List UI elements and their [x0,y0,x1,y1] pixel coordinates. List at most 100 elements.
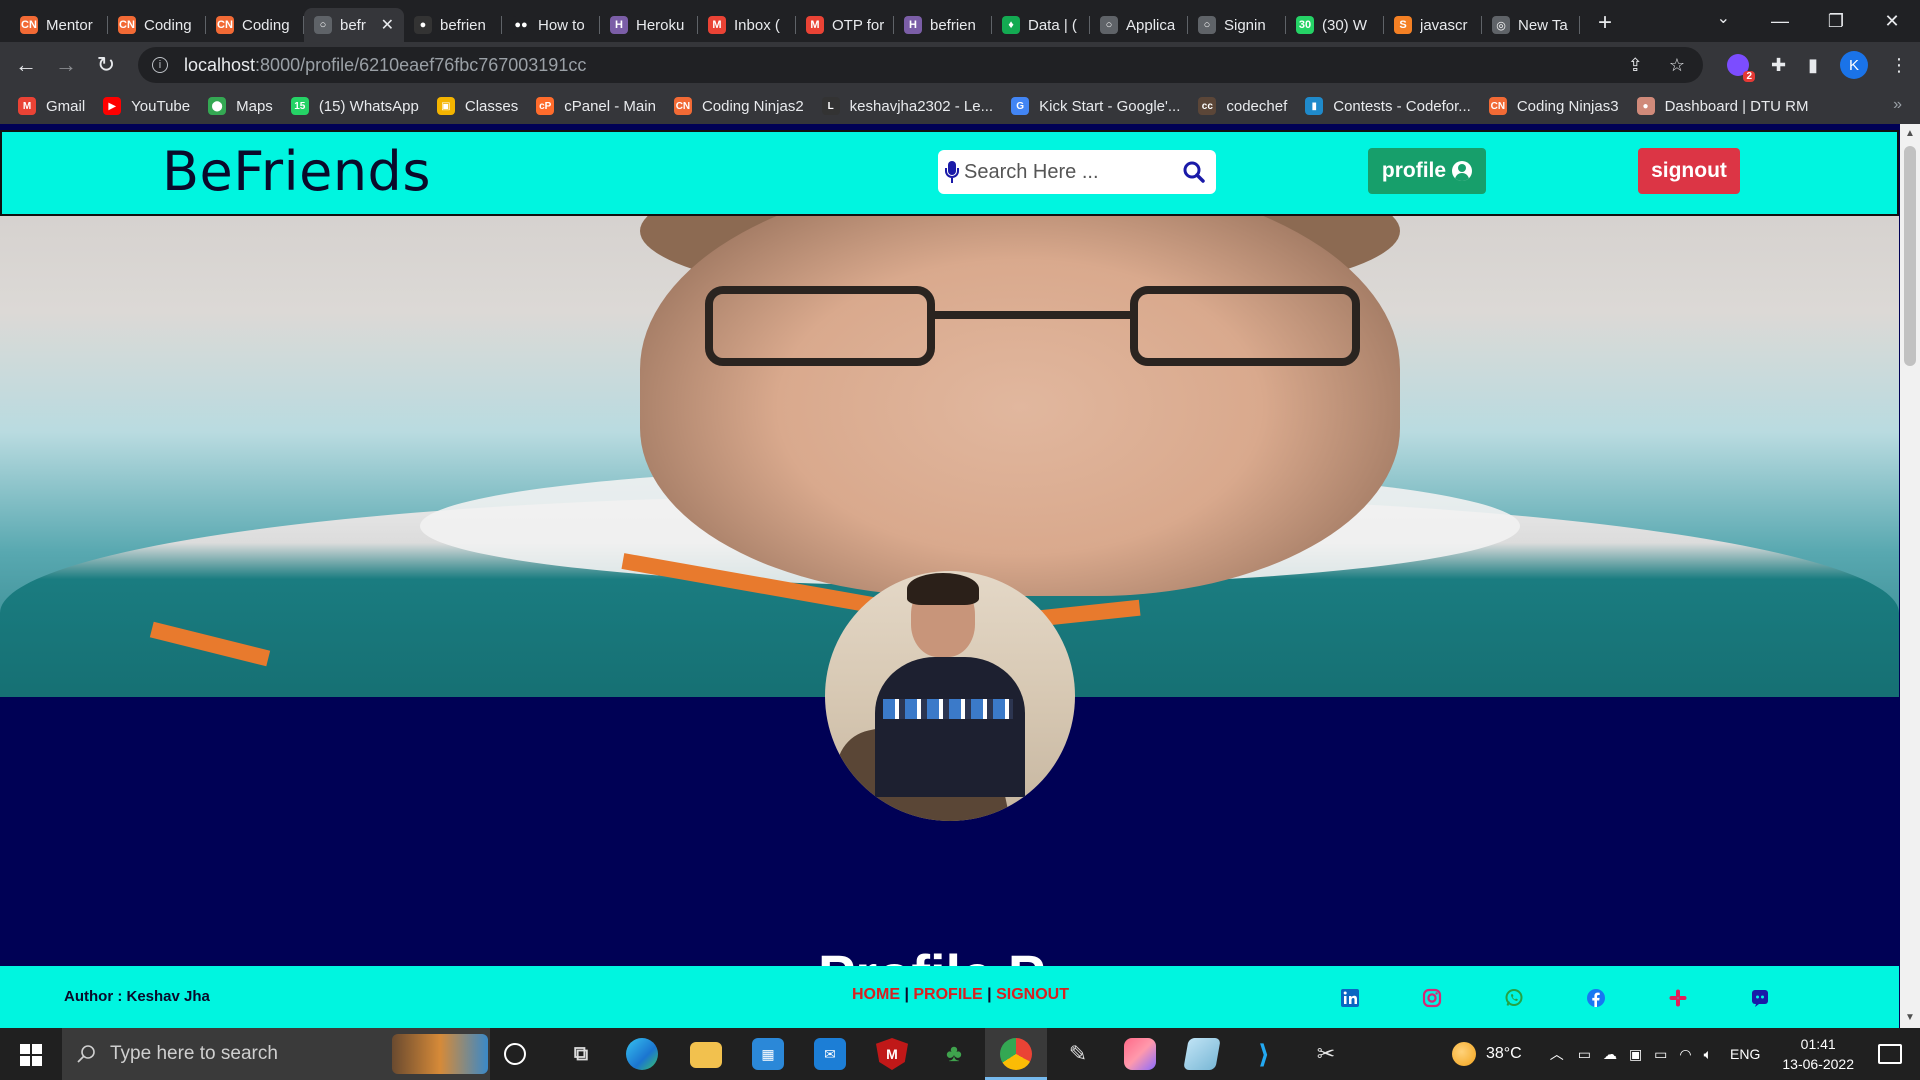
signout-button[interactable]: signout [1638,148,1740,194]
browser-tab[interactable]: M OTP for [796,8,894,42]
bookmark-star-icon[interactable]: ☆ [1669,55,1685,76]
weather-temperature[interactable]: 38°C [1486,1045,1522,1063]
task-view-icon[interactable]: ⧉ [565,1038,597,1070]
battery-icon[interactable]: ▭ [1654,1046,1667,1063]
extension-icon[interactable]: 2 [1727,54,1755,82]
bookmark-item[interactable]: CN Coding Ninjas2 [673,97,804,115]
browser-tab[interactable]: Hbefrien [894,8,992,42]
bookmark-item[interactable]: Lkeshavjha2302 - Le... [821,97,993,115]
chrome-icon[interactable] [1000,1038,1032,1070]
weather-icon[interactable] [1451,1042,1476,1066]
bookmark-item[interactable]: cc codechef [1198,97,1287,115]
browser-tab[interactable]: M Inbox ( [698,8,796,42]
bookmark-item[interactable]: ● Dashboard | DTU RM [1636,97,1809,115]
browser-tab[interactable]: H Heroku [600,8,698,42]
tab-favicon-icon: H [904,16,922,34]
cortana-icon[interactable] [504,1043,526,1065]
instagram-icon[interactable] [1422,988,1442,1008]
reload-icon[interactable]: ↻ [86,52,126,78]
paint-icon[interactable]: ✎ [1062,1038,1094,1070]
browser-tab[interactable]: Sjavascr [1384,8,1482,42]
tab-favicon-icon: H [610,16,628,34]
notepad-icon[interactable] [1183,1038,1221,1070]
mail-icon[interactable]: ✉ [814,1038,846,1070]
tray-chevron-icon[interactable]: ︿ [1550,1044,1564,1064]
back-icon[interactable]: ← [6,52,46,78]
browser-tab[interactable]: ○ befr ✕ [304,8,404,42]
restore-icon[interactable]: ❐ [1808,11,1864,32]
search-icon[interactable] [1180,158,1208,186]
file-explorer-icon[interactable] [690,1042,722,1068]
browser-menu-icon[interactable]: ⋮ [1890,55,1908,76]
page-scrollbar[interactable]: ▲ ▼ [1900,124,1920,1028]
mongodb-compass-icon[interactable]: ♣ [938,1038,970,1070]
vscode-icon[interactable]: ⟩ [1248,1038,1280,1070]
minimize-icon[interactable]: — [1752,11,1808,32]
footer-link-home[interactable]: HOME [852,986,900,1003]
profile-avatar[interactable] [825,571,1075,821]
linkedin-icon[interactable] [1340,988,1360,1008]
bookmarks-bar: M Gmail ▶ YouTube ⬤ Maps 15 (15) WhatsApp ▣ Class… [0,88,1920,124]
mcafee-icon[interactable]: M [876,1038,908,1070]
slack-icon[interactable] [1668,988,1688,1008]
discord-icon[interactable] [1750,988,1770,1008]
notification-center-icon[interactable] [1878,1044,1902,1064]
extensions-puzzle-icon[interactable]: ✚ [1771,55,1786,76]
bookmarks-overflow-icon[interactable]: » [1893,96,1902,114]
footer-link-profile[interactable]: PROFILE [913,986,982,1003]
taskbar-clock[interactable]: 01:41 13-06-2022 [1782,1034,1854,1074]
photos-icon[interactable] [1124,1038,1156,1070]
onedrive-icon[interactable]: ☁ [1603,1046,1617,1063]
volume-icon[interactable]: 🔈︎ [1704,1046,1712,1063]
tab-close-icon[interactable]: ✕ [381,15,394,35]
scroll-thumb[interactable] [1904,146,1916,366]
bookmark-item[interactable]: 15 (15) WhatsApp [290,97,419,115]
microphone-icon[interactable] [944,159,960,185]
address-bar[interactable]: i localhost:8000/profile/6210eaef76fbc76… [138,47,1703,83]
bookmark-item[interactable]: ▣ Classes [436,97,518,115]
edge-icon[interactable] [626,1038,658,1070]
close-window-icon[interactable]: ✕ [1864,11,1920,32]
search-input[interactable] [964,160,1174,184]
profile-button[interactable]: profile [1368,148,1486,194]
network-adapter-icon[interactable]: ▣ [1629,1046,1642,1063]
side-panel-icon[interactable]: ▮ [1808,55,1818,76]
windows-start-icon[interactable] [20,1044,42,1066]
bookmark-item[interactable]: ▶ YouTube [103,97,190,115]
new-tab-icon[interactable]: + [1598,9,1612,37]
wifi-icon[interactable]: ◠ [1679,1046,1691,1063]
footer-link-signout[interactable]: SIGNOUT [996,986,1069,1003]
bookmark-item[interactable]: cP cPanel - Main [536,97,656,115]
tab-favicon-icon: ◎ [1492,16,1510,34]
browser-tab[interactable]: ♦ Data | ( [992,8,1090,42]
site-brand[interactable]: BeFriends [162,140,431,203]
tab-search-chevron-icon[interactable]: ⌄ [1717,8,1730,28]
browser-tab[interactable]: ◎ New Ta [1482,8,1580,42]
site-info-icon[interactable]: i [152,57,168,73]
scroll-down-arrow-icon[interactable]: ▼ [1900,1008,1920,1028]
forward-icon[interactable]: → [46,52,86,78]
browser-tab[interactable]: CN Mentor [10,8,108,42]
browser-tab[interactable]: ●● How to [502,8,600,42]
browser-profile-avatar[interactable]: K [1840,51,1868,79]
bookmark-item[interactable]: M Gmail [18,97,85,115]
browser-tab[interactable]: ○ Signin [1188,8,1286,42]
browser-tab[interactable]: 30 (30) W [1286,8,1384,42]
facebook-icon[interactable] [1586,988,1606,1008]
bookmark-item[interactable]: CN Coding Ninjas3 [1488,97,1619,115]
ms-store-icon[interactable]: ▦ [752,1038,784,1070]
browser-tab[interactable]: ● befrien [404,8,502,42]
language-indicator[interactable]: ENG [1730,1046,1760,1062]
meet-icon[interactable]: ▭ [1578,1046,1591,1063]
bookmark-item[interactable]: ⬤ Maps [208,97,273,115]
bookmark-item[interactable]: G Kick Start - Google'... [1011,97,1180,115]
browser-tab[interactable]: ○ Applica [1090,8,1188,42]
scroll-up-arrow-icon[interactable]: ▲ [1900,124,1920,144]
whatsapp-icon[interactable] [1504,988,1524,1008]
taskbar-search-icon [77,1045,95,1063]
snipping-tool-icon[interactable]: ✂ [1310,1038,1342,1070]
share-icon[interactable]: ⇪ [1628,55,1643,76]
browser-tab[interactable]: CN Coding [206,8,304,42]
browser-tab[interactable]: CN Coding [108,8,206,42]
bookmark-item[interactable]: ▮ Contests - Codefor... [1305,97,1471,115]
